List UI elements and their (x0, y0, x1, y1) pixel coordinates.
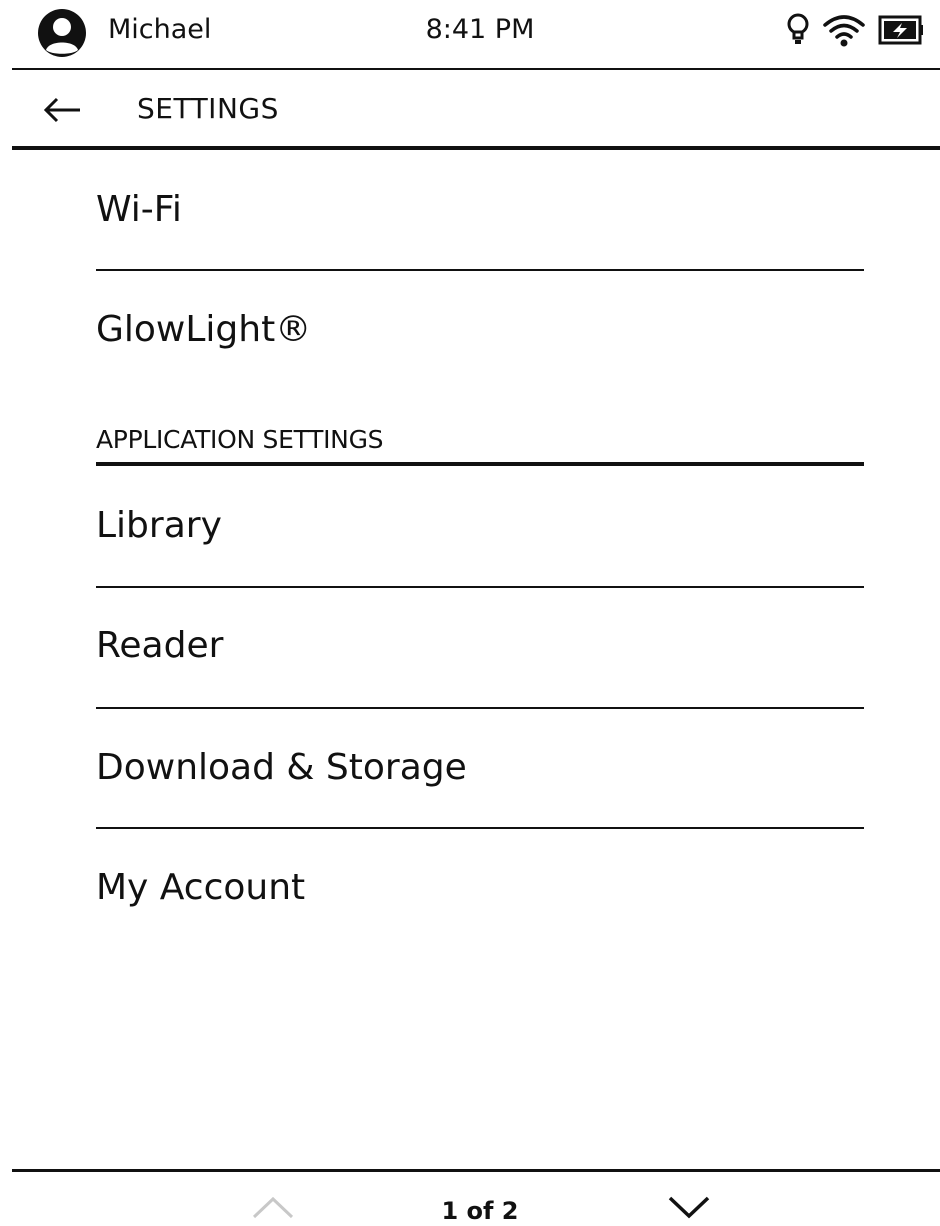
settings-item-label: My Account (96, 867, 306, 908)
page-indicator: 1 of 2 (441, 1197, 519, 1225)
settings-item-library[interactable]: Library (96, 466, 864, 588)
settings-item-label: Wi-Fi (96, 189, 182, 230)
chevron-up-icon (252, 1196, 294, 1219)
settings-item-label: Library (96, 505, 222, 546)
settings-item-glowlight[interactable]: GlowLight® (96, 272, 864, 382)
settings-item-label: Download & Storage (96, 747, 467, 788)
page-title: SETTINGS (137, 92, 279, 125)
clock: 8:41 PM (425, 14, 535, 45)
next-page-button[interactable] (664, 1190, 714, 1224)
wifi-icon[interactable] (822, 13, 866, 47)
item-divider (96, 269, 864, 271)
previous-page-button[interactable] (248, 1190, 298, 1224)
chevron-down-icon (668, 1196, 710, 1219)
settings-item-download-storage[interactable]: Download & Storage (96, 709, 864, 830)
settings-item-label: Reader (96, 625, 224, 666)
user-name: Michael (108, 14, 212, 45)
battery-charging-icon[interactable] (878, 15, 924, 45)
settings-item-reader[interactable]: Reader (96, 588, 864, 710)
settings-item-label: GlowLight® (96, 309, 312, 350)
settings-item-my-account[interactable]: My Account (96, 829, 864, 949)
section-header-application-settings: APPLICATION SETTINGS (96, 420, 864, 466)
arrow-left-icon (43, 97, 80, 123)
glowlight-bulb-icon[interactable] (786, 12, 810, 48)
back-button[interactable] (38, 88, 86, 132)
status-bar: Michael 8:41 PM (0, 0, 940, 68)
avatar-icon[interactable] (37, 8, 87, 58)
footer-divider (12, 1169, 940, 1172)
section-title: APPLICATION SETTINGS (96, 425, 384, 454)
status-bar-divider (12, 68, 940, 70)
status-icons (786, 10, 924, 50)
settings-item-wifi[interactable]: Wi-Fi (96, 150, 864, 272)
